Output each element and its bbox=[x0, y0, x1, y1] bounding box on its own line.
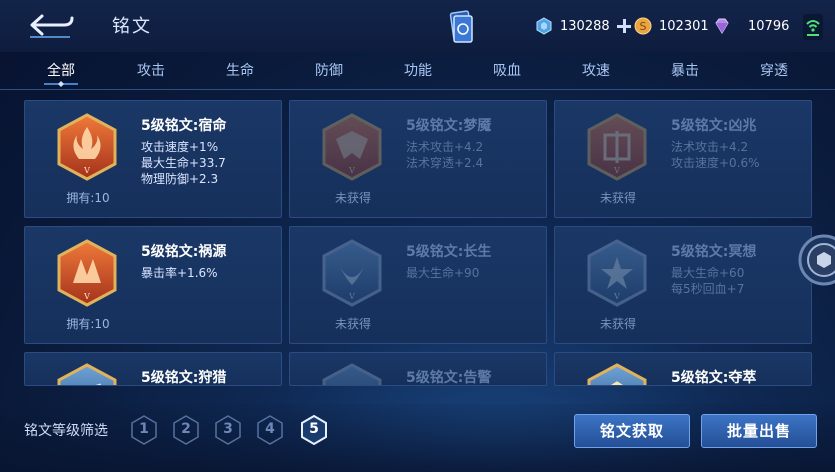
inscription-emblem-icon: V bbox=[57, 113, 117, 181]
coupon-resource: 130288 bbox=[535, 15, 632, 37]
inscription-emblem-icon bbox=[322, 363, 382, 385]
inscription-card[interactable]: V 5级铭文:凶兆 法术攻击+4.2 攻击速度+0.6% 未获得 bbox=[554, 100, 812, 218]
level-number: 4 bbox=[265, 421, 275, 437]
tab-lifesteal[interactable]: 吸血 bbox=[493, 60, 521, 80]
owned-status: 未获得 bbox=[599, 317, 636, 331]
inscription-emblem-icon: V bbox=[57, 239, 117, 307]
level-filter-label: 铭文等级筛选 bbox=[24, 423, 108, 439]
level-filter-1[interactable]: 1 bbox=[130, 415, 158, 445]
inscription-stats: 法术攻击+4.2 攻击速度+0.6% bbox=[671, 139, 760, 171]
svg-text:V: V bbox=[613, 166, 620, 175]
stat-line: 最大生命+33.7 bbox=[141, 156, 226, 170]
inscription-pack-icon[interactable] bbox=[446, 10, 476, 44]
level-filter-5[interactable]: 5 bbox=[300, 414, 328, 446]
owned-count: 拥有:10 bbox=[66, 317, 110, 331]
stat-line: 每5秒回血+7 bbox=[671, 282, 745, 296]
gold-resource: S 102301 bbox=[634, 15, 709, 37]
svg-text:V: V bbox=[83, 292, 90, 301]
side-drawer-handle-icon[interactable] bbox=[798, 234, 835, 286]
inscription-emblem-icon: V bbox=[587, 239, 647, 307]
tab-all[interactable]: 全部 bbox=[47, 60, 75, 80]
level-filter-3[interactable]: 3 bbox=[214, 415, 242, 445]
tab-attack[interactable]: 攻击 bbox=[137, 60, 165, 80]
tab-defense[interactable]: 防御 bbox=[315, 60, 343, 80]
inscription-stats: 暴击率+1.6% bbox=[141, 265, 218, 281]
inscription-name: 5级铭文:凶兆 bbox=[671, 118, 757, 134]
svg-text:V: V bbox=[348, 292, 355, 301]
svg-text:V: V bbox=[83, 166, 90, 175]
stat-line: 法术攻击+4.2 bbox=[406, 140, 484, 154]
svg-text:S: S bbox=[640, 20, 647, 33]
inscription-card[interactable]: V 5级铭文:冥想 最大生命+60 每5秒回血+7 未获得 bbox=[554, 226, 812, 344]
tab-health[interactable]: 生命 bbox=[226, 60, 254, 80]
add-coupon-icon[interactable] bbox=[616, 18, 632, 34]
inscription-stats: 最大生命+60 每5秒回血+7 bbox=[671, 265, 744, 297]
inscription-name: 5级铭文:告警 bbox=[406, 370, 492, 386]
level-number: 1 bbox=[139, 421, 149, 437]
inscription-card[interactable]: V 5级铭文:宿命 攻击速度+1% 最大生命+33.7 物理防御+2.3 拥有:… bbox=[24, 100, 282, 218]
bulk-sell-button[interactable]: 批量出售 bbox=[701, 414, 817, 448]
level-number: 5 bbox=[309, 421, 319, 437]
inscription-name: 5级铭文:夺萃 bbox=[671, 370, 757, 386]
gold-count: 102301 bbox=[659, 18, 709, 34]
top-bar: 铭文 130288 S 102301 10796 bbox=[0, 0, 835, 52]
svg-text:V: V bbox=[613, 292, 620, 301]
inscription-stats: 攻击速度+1% 最大生命+33.7 物理防御+2.3 bbox=[141, 139, 226, 187]
inscription-name: 5级铭文:狩猎 bbox=[141, 370, 227, 386]
inscription-stats: 最大生命+90 bbox=[406, 265, 479, 281]
inscription-card[interactable]: 5级铭文:夺萃 bbox=[554, 352, 812, 386]
stat-line: 最大生命+90 bbox=[406, 266, 480, 280]
inscription-name: 5级铭文:长生 bbox=[406, 244, 492, 260]
inscription-card[interactable]: V 5级铭文:长生 最大生命+90 未获得 bbox=[289, 226, 547, 344]
get-inscription-button[interactable]: 铭文获取 bbox=[574, 414, 690, 448]
wifi-signal-icon bbox=[803, 14, 823, 40]
level-number: 3 bbox=[223, 421, 233, 437]
owned-status: 未获得 bbox=[334, 317, 371, 331]
gold-coin-icon: S bbox=[634, 17, 652, 35]
owned-status: 未获得 bbox=[599, 191, 636, 205]
stat-line: 法术攻击+4.2 bbox=[671, 140, 749, 154]
level-filter-4[interactable]: 4 bbox=[256, 415, 284, 445]
stat-line: 最大生命+60 bbox=[671, 266, 745, 280]
inscription-name: 5级铭文:梦魇 bbox=[406, 118, 492, 134]
inscription-name: 5级铭文:冥想 bbox=[671, 244, 757, 260]
category-tabs: 全部 攻击 生命 防御 功能 吸血 攻速 暴击 穿透 bbox=[0, 52, 835, 90]
diamond-count: 10796 bbox=[748, 18, 790, 34]
coupon-count: 130288 bbox=[560, 18, 610, 34]
level-filter-2[interactable]: 2 bbox=[172, 415, 200, 445]
inscription-card[interactable]: 5级铭文:狩猎 bbox=[24, 352, 282, 386]
inscription-emblem-icon bbox=[57, 363, 117, 385]
inscription-card[interactable]: V 5级铭文:祸源 暴击率+1.6% 拥有:10 bbox=[24, 226, 282, 344]
stat-line: 物理防御+2.3 bbox=[141, 172, 219, 186]
inscription-emblem-icon bbox=[587, 363, 647, 385]
stat-line: 暴击率+1.6% bbox=[141, 266, 218, 280]
stat-line: 攻击速度+1% bbox=[141, 140, 219, 154]
owned-status: 未获得 bbox=[334, 191, 371, 205]
level-number: 2 bbox=[181, 421, 191, 437]
inscription-card[interactable]: 5级铭文:告警 bbox=[289, 352, 547, 386]
tab-attack-speed[interactable]: 攻速 bbox=[582, 60, 610, 80]
tab-penetration[interactable]: 穿透 bbox=[760, 60, 788, 80]
inscription-stats: 法术攻击+4.2 法术穿透+2.4 bbox=[406, 139, 483, 171]
owned-count: 拥有:10 bbox=[66, 191, 110, 205]
inscription-name: 5级铭文:宿命 bbox=[141, 118, 227, 134]
inscription-emblem-icon: V bbox=[587, 113, 647, 181]
active-tab-indicator bbox=[44, 81, 78, 87]
tab-critical[interactable]: 暴击 bbox=[671, 60, 699, 80]
diamond-icon bbox=[715, 18, 729, 34]
stat-line: 法术穿透+2.4 bbox=[406, 156, 484, 170]
inscription-emblem-icon: V bbox=[322, 239, 382, 307]
coupon-icon bbox=[536, 17, 552, 35]
inscription-emblem-icon: V bbox=[322, 113, 382, 181]
back-arrow-icon[interactable] bbox=[26, 10, 76, 40]
inscription-name: 5级铭文:祸源 bbox=[141, 244, 227, 260]
diamond-resource: 10796 bbox=[713, 15, 789, 37]
svg-text:V: V bbox=[348, 166, 355, 175]
tab-utility[interactable]: 功能 bbox=[404, 60, 432, 80]
stat-line: 攻击速度+0.6% bbox=[671, 156, 760, 170]
page-title: 铭文 bbox=[112, 16, 152, 37]
inscription-card[interactable]: V 5级铭文:梦魇 法术攻击+4.2 法术穿透+2.4 未获得 bbox=[289, 100, 547, 218]
